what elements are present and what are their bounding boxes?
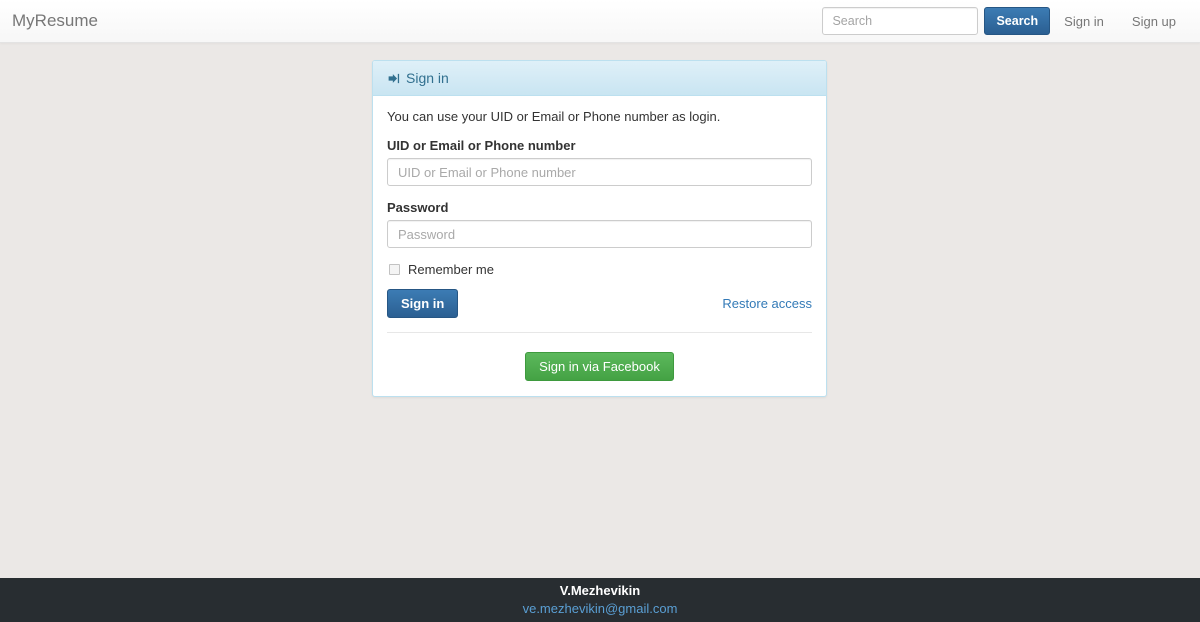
panel-heading-label: Sign in [406, 70, 449, 86]
panel-body: You can use your UID or Email or Phone n… [373, 96, 826, 396]
footer-author-name: V.Mezhevikin [559, 583, 641, 598]
navbar: MyResume Search Sign in Sign up [0, 0, 1200, 43]
panel-heading: Sign in [373, 61, 826, 96]
nav-link-sign-up[interactable]: Sign up [1118, 0, 1190, 43]
password-field-label: Password [387, 200, 449, 215]
form-action-row: Sign in Restore access [387, 289, 812, 333]
remember-me-row: Remember me [387, 262, 812, 277]
sign-in-panel: Sign in You can use your UID or Email or… [372, 60, 827, 397]
search-button[interactable]: Search [984, 7, 1051, 35]
restore-access-link[interactable]: Restore access [722, 296, 812, 311]
password-input[interactable] [387, 220, 812, 248]
brand-link[interactable]: MyResume [12, 11, 98, 31]
search-input[interactable] [822, 7, 979, 35]
login-field-label: UID or Email or Phone number [387, 138, 576, 153]
login-input[interactable] [387, 158, 812, 186]
nav-link-sign-in[interactable]: Sign in [1050, 0, 1118, 43]
navbar-right-group: Search Sign in Sign up [822, 0, 1190, 43]
facebook-sign-in-button[interactable]: Sign in via Facebook [525, 352, 674, 381]
footer-email-link[interactable]: ve.mezhevikin@gmail.com [0, 600, 1200, 618]
social-login-row: Sign in via Facebook [387, 333, 812, 381]
sign-in-submit-button[interactable]: Sign in [387, 289, 459, 318]
remember-me-label[interactable]: Remember me [408, 262, 494, 277]
remember-me-checkbox[interactable] [389, 264, 400, 275]
footer: V.Mezhevikin ve.mezhevikin@gmail.com [0, 578, 1200, 622]
login-help-text: You can use your UID or Email or Phone n… [387, 109, 721, 124]
sign-in-arrow-icon [387, 72, 400, 85]
